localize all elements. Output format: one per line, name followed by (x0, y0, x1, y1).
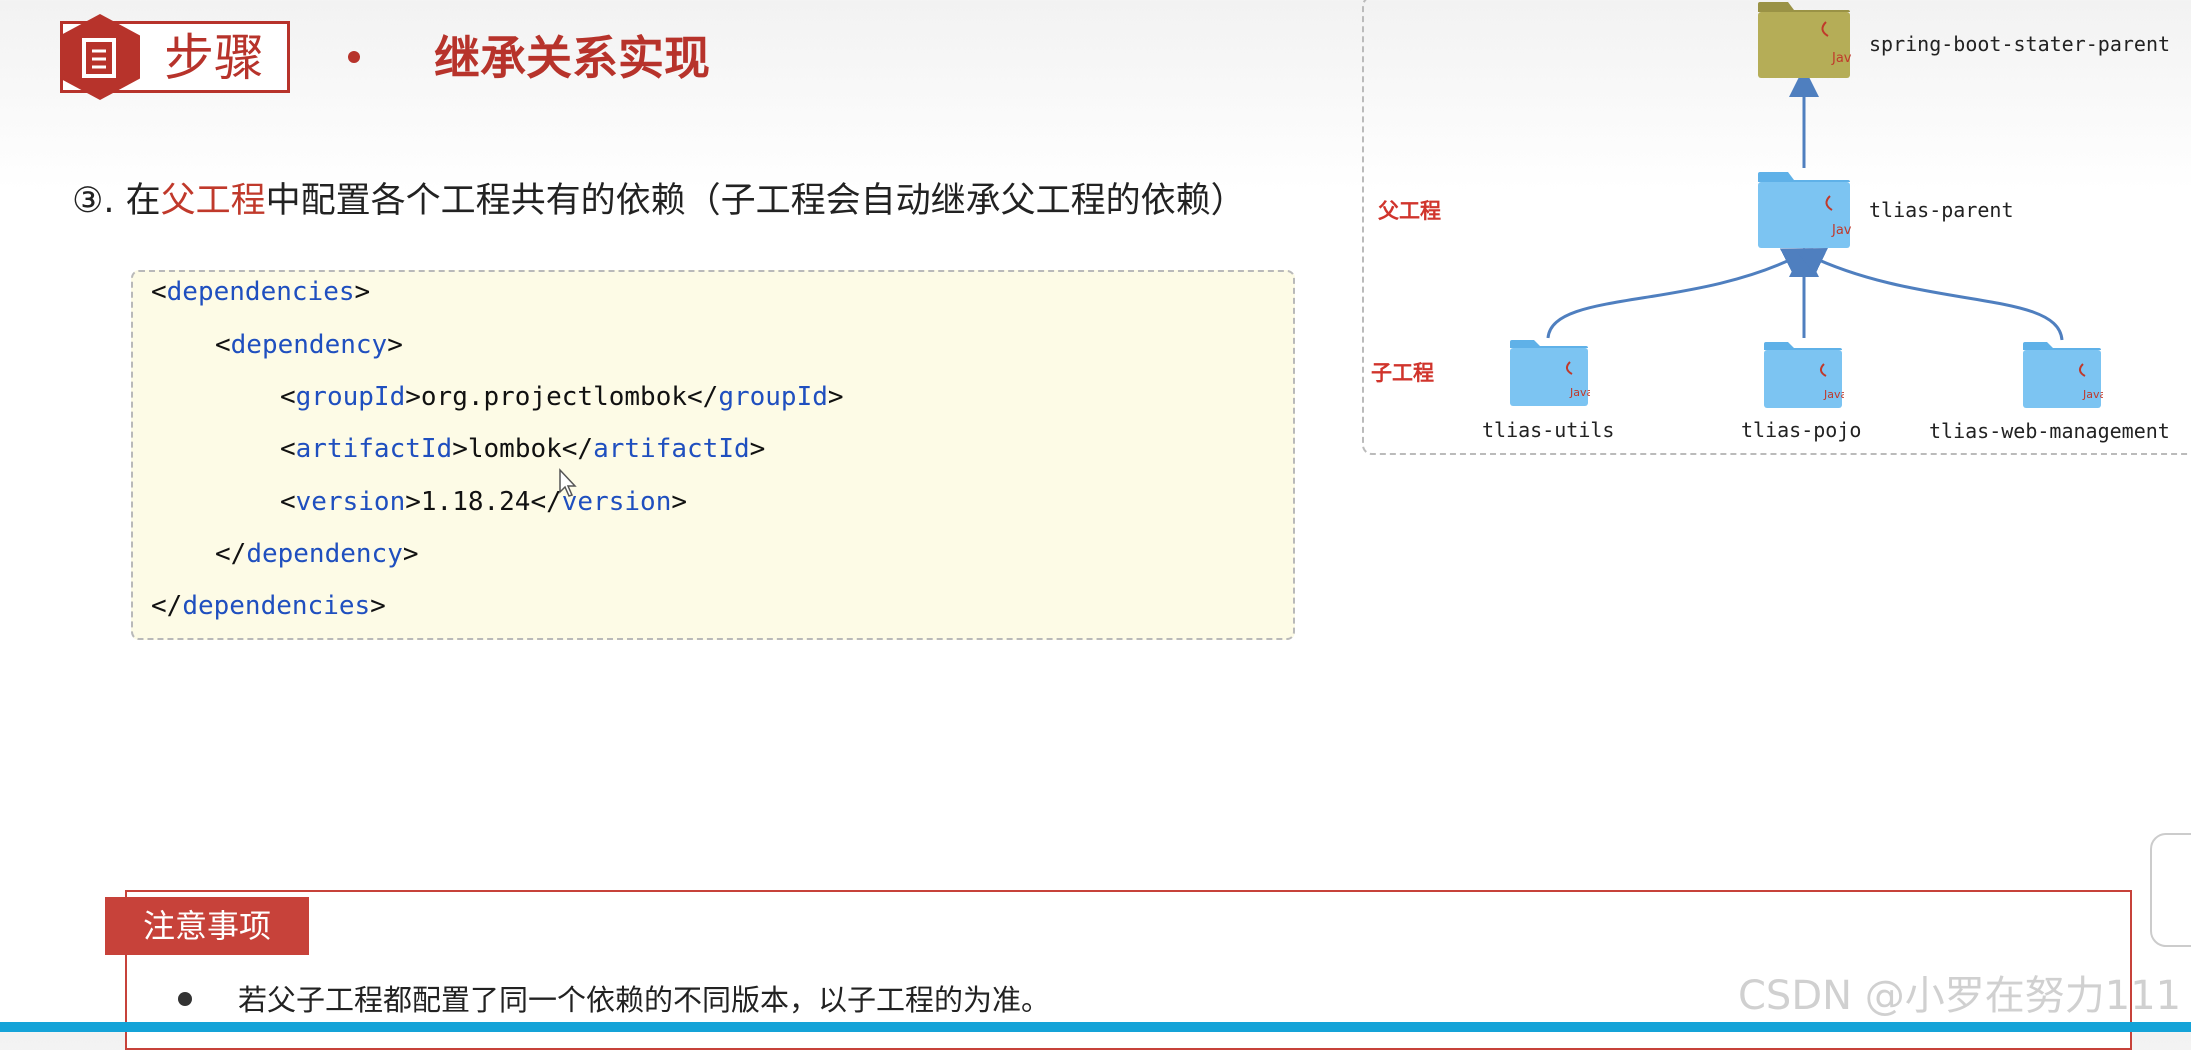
step-suffix: 中配置各个工程共有的依赖（子工程会自动继承父工程的依赖） (265, 181, 1246, 221)
svg-text:Java: Java (1569, 386, 1590, 399)
node-label-child: tlias-pojo (1741, 418, 1862, 442)
node-label-root: spring-boot-stater-parent (1869, 32, 2171, 56)
svg-text:Java: Java (1823, 388, 1844, 401)
title-bullet (348, 51, 360, 63)
java-folder-icon: Java (1762, 340, 1847, 414)
step-highlight: 父工程 (160, 181, 266, 221)
code-line: </dependency> (215, 539, 419, 569)
java-folder-icon: Java (1756, 170, 1859, 254)
node-label-child: tlias-utils (1482, 418, 1615, 442)
code-line: <dependency> (215, 330, 403, 360)
watermark: CSDN @小罗在努力111 (1738, 973, 2182, 1019)
notice-title: 注意事项 (142, 907, 271, 945)
java-folder-icon: Java (1508, 338, 1593, 412)
code-line: </dependencies> (151, 591, 386, 621)
arrow-web-to-parent (1794, 247, 2064, 341)
node-label-parent: tlias-parent (1869, 198, 2014, 222)
svg-text:Java: Java (2082, 388, 2103, 401)
mouse-cursor-icon (559, 468, 577, 497)
step-prefix: ③. 在 (72, 181, 161, 221)
code-line: <dependencies> (151, 277, 371, 307)
child-project-label: 子工程 (1371, 361, 1434, 385)
step-description: ③. 在父工程中配置各个工程共有的依赖（子工程会自动继承父工程的依赖） (72, 176, 1246, 226)
notice-bullet (178, 992, 192, 1006)
arrow-utils-to-parent (1546, 248, 1814, 339)
svg-text:Java: Java (1831, 51, 1852, 66)
java-folder-icon: Java (1756, 0, 1859, 84)
node-label-child: tlias-web-management (1929, 419, 2170, 443)
java-folder-icon: Java (2021, 340, 2106, 414)
notice-text: 若父子工程都配置了同一个依赖的不同版本，以子工程的为准。 (238, 983, 1051, 1017)
svg-text:Java: Java (1831, 223, 1852, 238)
code-line: <groupId>org.projectlombok</groupId> (280, 382, 844, 412)
progress-bar (0, 1022, 2191, 1032)
page-title: 继承关系实现 (434, 31, 710, 85)
step-label: 步骤 (164, 29, 264, 87)
parent-project-label: 父工程 (1378, 199, 1441, 223)
code-line: <version>1.18.24</version> (280, 487, 688, 517)
code-line: <artifactId>lombok</artifactId> (280, 434, 766, 464)
side-panel-handle[interactable] (2150, 833, 2191, 947)
